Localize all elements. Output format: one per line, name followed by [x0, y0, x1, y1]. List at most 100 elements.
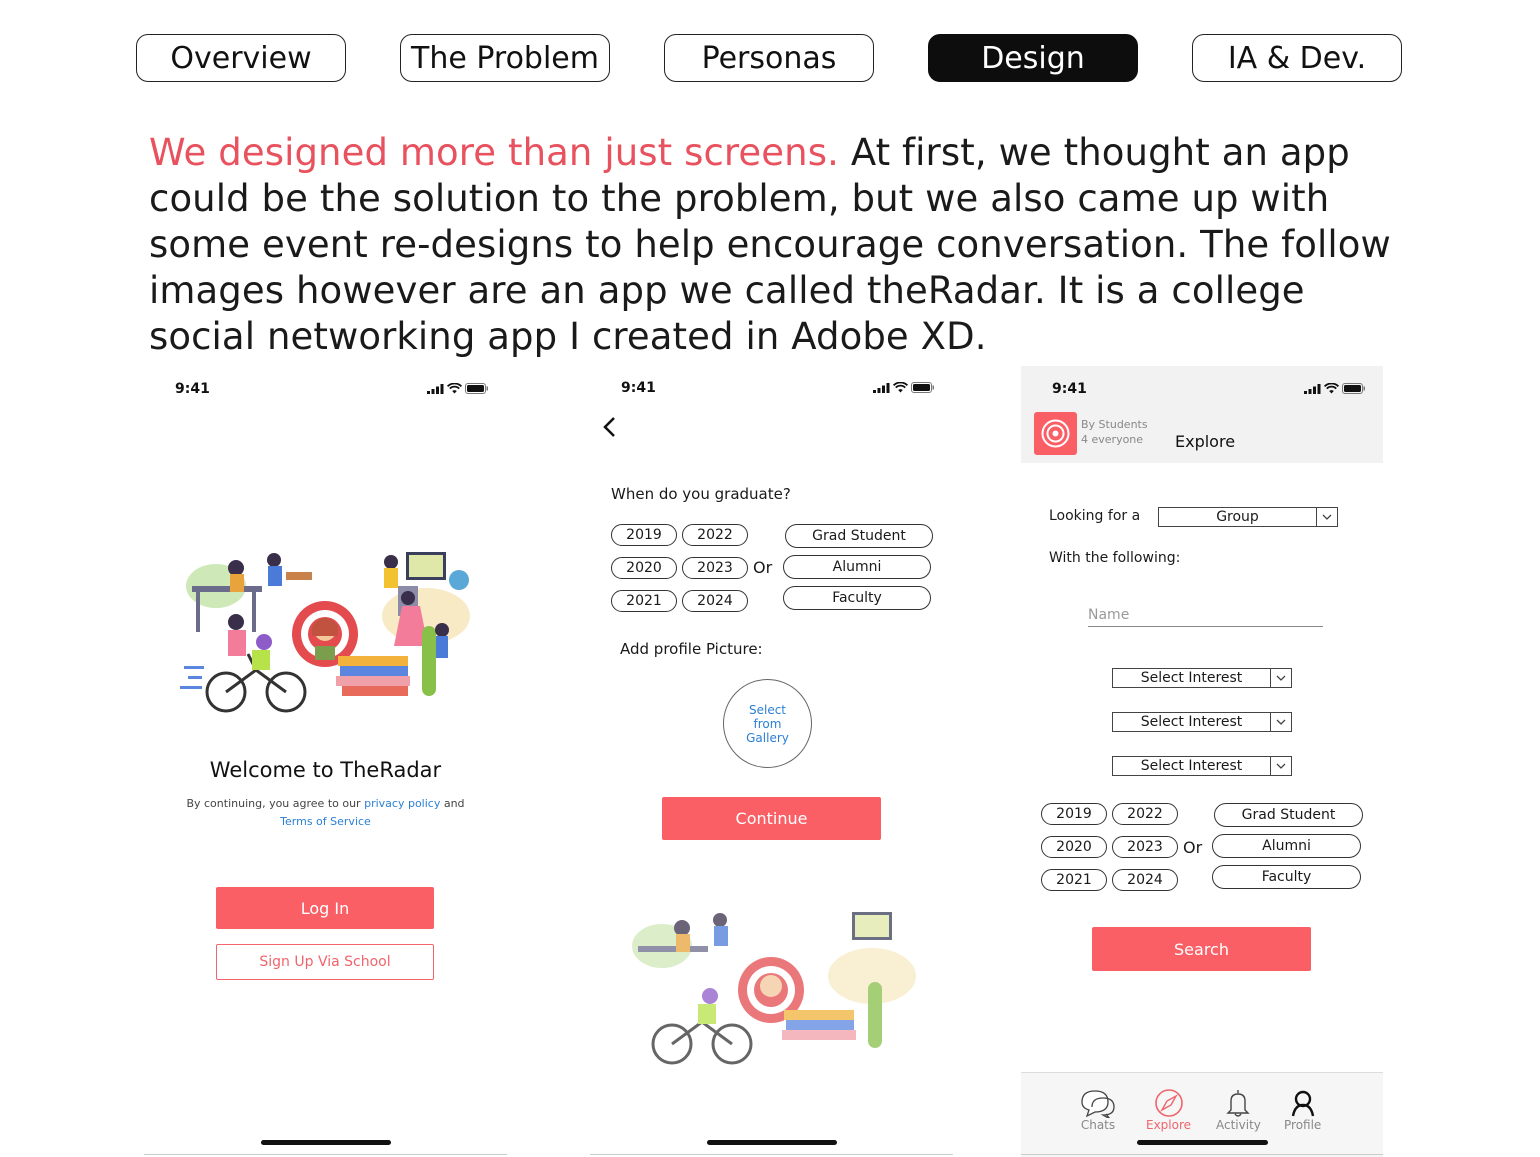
faded-illustration: [632, 912, 916, 1065]
wifi-icon: [893, 382, 908, 393]
graduate-question: When do you graduate?: [611, 485, 791, 503]
terms-prefix: By continuing, you agree to our: [186, 797, 361, 810]
year-2021-pill[interactable]: 2021: [1041, 869, 1107, 891]
nav-chats-label: Chats: [1080, 1118, 1116, 1132]
year-2020-pill[interactable]: 2020: [611, 557, 677, 579]
battery-icon: [911, 382, 934, 393]
nav-profile[interactable]: Profile: [1284, 1088, 1321, 1132]
hero-illustration: [180, 552, 470, 713]
privacy-policy-link[interactable]: privacy policy: [364, 797, 440, 810]
year-2023-pill[interactable]: 2023: [1112, 836, 1178, 858]
group-select[interactable]: Group: [1158, 507, 1338, 527]
chevron-down-icon: [1270, 713, 1291, 731]
intro-paragraph: We designed more than just screens. At f…: [149, 130, 1409, 360]
looking-for-label: Looking for a: [1049, 508, 1141, 524]
year-2022-pill[interactable]: 2022: [1112, 803, 1178, 825]
faculty-pill[interactable]: Faculty: [1212, 865, 1361, 889]
screen-divider: [144, 1154, 507, 1155]
signal-icon: [427, 383, 444, 394]
name-input[interactable]: Name: [1088, 604, 1323, 627]
year-2021-pill[interactable]: 2021: [611, 590, 677, 612]
status-icons: [427, 383, 489, 394]
year-2019-pill[interactable]: 2019: [1041, 803, 1107, 825]
tab-the-problem[interactable]: The Problem: [400, 34, 610, 82]
terms-line: By continuing, you agree to our privacy …: [144, 797, 507, 810]
tab-ia-dev[interactable]: IA & Dev.: [1192, 34, 1402, 82]
search-button[interactable]: Search: [1092, 927, 1311, 971]
nav-profile-label: Profile: [1284, 1118, 1322, 1132]
select-from-gallery-button[interactable]: Select from Gallery: [723, 679, 812, 768]
grad-student-pill[interactable]: Grad Student: [785, 524, 933, 548]
continue-button[interactable]: Continue: [662, 797, 881, 840]
nav-activity[interactable]: Activity: [1216, 1088, 1261, 1132]
chevron-down-icon: [1316, 508, 1337, 526]
home-indicator: [1137, 1140, 1268, 1145]
chevron-down-icon: [1270, 757, 1291, 775]
explore-title: Explore: [1175, 432, 1236, 451]
chat-icon: [1081, 1090, 1115, 1118]
status-icons: [1304, 383, 1366, 394]
tab-design[interactable]: Design: [928, 34, 1138, 82]
wifi-icon: [447, 383, 462, 394]
compass-icon: [1154, 1089, 1183, 1117]
alumni-pill[interactable]: Alumni: [1212, 834, 1361, 858]
nav-chats[interactable]: Chats: [1078, 1088, 1118, 1132]
brand-line-1: By Students: [1081, 418, 1148, 431]
screen-explore: 9:41 By Students 4 everyone Explore Look…: [1021, 366, 1383, 1157]
alumni-pill[interactable]: Alumni: [783, 555, 931, 579]
profile-picture-label: Add profile Picture:: [620, 640, 763, 658]
with-following-label: With the following:: [1049, 550, 1181, 566]
year-2019-pill[interactable]: 2019: [611, 524, 677, 546]
year-2022-pill[interactable]: 2022: [682, 524, 748, 546]
welcome-title: Welcome to TheRadar: [209, 758, 442, 782]
terms-of-service-link[interactable]: Terms of Service: [144, 815, 507, 828]
battery-icon: [465, 383, 488, 394]
bell-icon: [1226, 1090, 1251, 1117]
chevron-down-icon: [1270, 669, 1291, 687]
back-chevron-icon[interactable]: [602, 416, 618, 438]
interest-select-2[interactable]: Select Interest: [1112, 712, 1292, 732]
screen-welcome: 9:41 Welcome to TheRadar By continuing, …: [144, 366, 507, 1156]
faculty-pill[interactable]: Faculty: [783, 586, 931, 610]
login-button[interactable]: Log In: [216, 887, 434, 929]
wifi-icon: [1324, 383, 1339, 394]
home-indicator: [261, 1140, 391, 1145]
signal-icon: [873, 382, 890, 393]
status-icons: [873, 382, 935, 393]
or-label: Or: [1183, 838, 1203, 857]
or-label: Or: [753, 558, 773, 577]
status-time: 9:41: [1052, 381, 1087, 397]
grad-student-pill[interactable]: Grad Student: [1214, 803, 1363, 827]
nav-explore-label: Explore: [1146, 1118, 1192, 1132]
interest-select-1[interactable]: Select Interest: [1112, 668, 1292, 688]
year-2024-pill[interactable]: 2024: [1112, 869, 1178, 891]
nav-explore[interactable]: Explore: [1146, 1088, 1191, 1132]
profile-icon: [1291, 1090, 1314, 1117]
group-select-value: Group: [1216, 509, 1259, 525]
brand-line-2: 4 everyone: [1081, 433, 1144, 446]
battery-icon: [1342, 383, 1365, 394]
gallery-line-2: from: [753, 716, 782, 731]
radar-logo-icon: [1034, 412, 1077, 455]
signup-via-school-button[interactable]: Sign Up Via School: [216, 944, 434, 980]
interest-select-3[interactable]: Select Interest: [1112, 756, 1292, 776]
tab-overview[interactable]: Overview: [136, 34, 346, 82]
year-2020-pill[interactable]: 2020: [1041, 836, 1107, 858]
signal-icon: [1304, 383, 1321, 394]
screen-divider: [590, 1154, 953, 1155]
screen-divider: [1021, 1154, 1383, 1155]
interest-select-3-value: Select Interest: [1140, 758, 1243, 774]
year-2024-pill[interactable]: 2024: [682, 590, 748, 612]
status-time: 9:41: [621, 380, 656, 396]
year-2023-pill[interactable]: 2023: [682, 557, 748, 579]
name-placeholder: Name: [1088, 607, 1130, 623]
terms-and: and: [443, 797, 465, 810]
nav-activity-label: Activity: [1216, 1118, 1261, 1132]
interest-select-1-value: Select Interest: [1140, 670, 1243, 686]
tab-personas[interactable]: Personas: [664, 34, 874, 82]
screen-graduation: 9:41 When do you graduate? 2019 2022 202…: [590, 366, 953, 1156]
home-indicator: [707, 1140, 837, 1145]
status-time: 9:41: [175, 381, 210, 397]
gallery-line-3: Gallery: [746, 730, 789, 745]
interest-select-2-value: Select Interest: [1140, 714, 1243, 730]
